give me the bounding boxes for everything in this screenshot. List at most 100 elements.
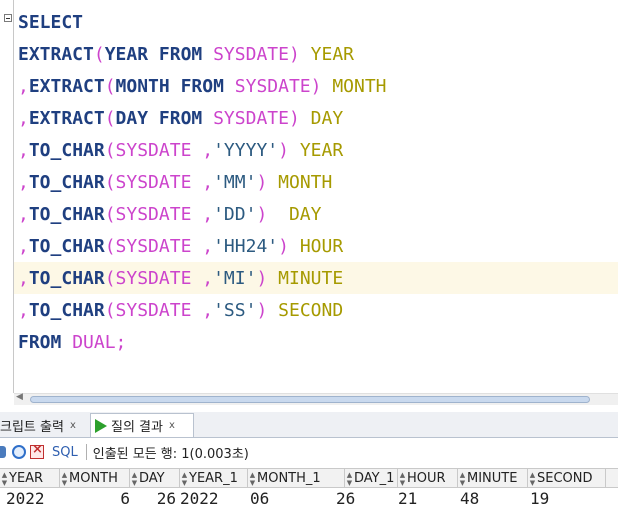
column-header-label: MONTH_1: [257, 471, 321, 486]
column-header-day[interactable]: ▲ ▼ DAY: [130, 469, 180, 488]
tab-script-output-close-icon[interactable]: x: [70, 420, 76, 431]
code-token: DAY: [310, 108, 344, 129]
pin-icon[interactable]: [0, 446, 6, 458]
code-token: TO_CHAR: [28, 140, 105, 161]
code-token: MONTH: [278, 172, 333, 193]
code-text[interactable]: SELECT EXTRACT(YEAR FROM SYSDATE) YEAR ,EX…: [18, 7, 387, 359]
code-token: SYSDATE: [213, 108, 289, 129]
cell-minute[interactable]: 48: [460, 488, 500, 510]
code-token: ,: [18, 204, 29, 225]
run-icon: [95, 418, 107, 433]
code-token: FROM: [169, 76, 235, 97]
code-line[interactable]: ,EXTRACT(DAY FROM SYSDATE) DAY: [18, 103, 387, 135]
column-header-label: MINUTE: [467, 471, 518, 486]
code-token: ,: [18, 300, 29, 321]
code-line[interactable]: ,EXTRACT(MONTH FROM SYSDATE) MONTH: [18, 71, 387, 103]
code-line[interactable]: ,TO_CHAR(SYSDATE ,'YYYY') YEAR: [18, 135, 387, 167]
code-token: DAY: [115, 108, 149, 129]
code-token: DAY: [288, 204, 322, 225]
cell-second[interactable]: 19: [530, 488, 575, 510]
code-token: 'DD': [213, 204, 257, 225]
code-line[interactable]: FROM DUAL;: [18, 327, 387, 359]
code-token: ): [278, 140, 300, 161]
code-token: EXTRACT: [18, 44, 94, 65]
refresh-icon[interactable]: [12, 445, 26, 459]
code-token: TO_CHAR: [28, 172, 105, 193]
tab-query-result-close-icon[interactable]: x: [169, 420, 175, 431]
code-token: TO_CHAR: [28, 268, 105, 289]
cell-hour[interactable]: 21: [398, 488, 440, 510]
code-token: 'MM': [213, 172, 257, 193]
column-header-month-1[interactable]: ▲ ▼ MONTH_1: [248, 469, 345, 488]
sort-icon[interactable]: ▲ ▼: [180, 471, 189, 487]
sort-icon[interactable]: ▲ ▼: [345, 471, 354, 487]
scrollbar-thumb[interactable]: [30, 396, 590, 403]
editor-gutter: [13, 0, 14, 393]
code-token: EXTRACT: [28, 108, 105, 129]
code-token: ): [256, 268, 279, 289]
code-token: FROM: [148, 44, 214, 65]
code-token: (: [104, 204, 116, 225]
export-icon[interactable]: [30, 442, 44, 459]
column-header-label: DAY: [139, 471, 165, 486]
column-header-year-1[interactable]: ▲ ▼ YEAR_1: [180, 469, 248, 488]
sort-icon[interactable]: ▲ ▼: [398, 471, 407, 487]
code-line[interactable]: ,TO_CHAR(SYSDATE ,'MM') MONTH: [18, 167, 387, 199]
tab-script-output[interactable]: 크립트 출력 x: [0, 413, 86, 437]
fetch-status: 인출된 모든 행: 1(0.003초): [92, 446, 249, 462]
code-token: ): [310, 76, 333, 97]
fold-toggle-icon[interactable]: [4, 14, 12, 22]
code-line[interactable]: ,TO_CHAR(SYSDATE ,'SS') SECOND: [18, 295, 387, 327]
cell-year[interactable]: 2022: [6, 488, 62, 510]
table-row[interactable]: 2022 6 26 2022 06 26 21 48 19: [0, 488, 618, 510]
sort-icon[interactable]: ▲ ▼: [130, 471, 139, 487]
sort-icon[interactable]: ▲ ▼: [248, 471, 257, 487]
code-token: 'MI': [213, 268, 257, 289]
result-grid[interactable]: ▲ ▼ YEAR ▲ ▼ MONTH ▲ ▼ DAY ▲ ▼ YEAR_1 ▲ ▼ MONTH_1…: [0, 466, 618, 521]
column-header-minute[interactable]: ▲ ▼ MINUTE: [458, 469, 528, 488]
code-line[interactable]: ,TO_CHAR(SYSDATE ,'HH24') HOUR: [18, 231, 387, 263]
column-header-day-1[interactable]: ▲ ▼ DAY_1: [345, 469, 398, 488]
code-line[interactable]: EXTRACT(YEAR FROM SYSDATE) YEAR: [18, 39, 387, 71]
code-token: TO_CHAR: [28, 204, 105, 225]
code-token: ): [288, 108, 311, 129]
sql-button[interactable]: SQL: [52, 445, 78, 460]
column-header-label: SECOND: [537, 471, 593, 486]
sort-icon[interactable]: ▲ ▼: [0, 471, 9, 487]
tab-script-output-label: 크립트 출력: [0, 419, 64, 435]
cell-month-1[interactable]: 06: [250, 488, 300, 510]
code-token: ): [288, 44, 311, 65]
code-line[interactable]: SELECT: [18, 7, 387, 39]
code-token: SYSDATE ,: [115, 236, 214, 257]
code-token: ,: [18, 108, 29, 129]
sort-icon[interactable]: ▲ ▼: [60, 471, 69, 487]
code-token: SYSDATE ,: [115, 204, 214, 225]
code-token: DUAL;: [72, 332, 127, 353]
column-header-second[interactable]: ▲ ▼ SECOND: [528, 469, 606, 488]
sort-icon[interactable]: ▲ ▼: [528, 471, 537, 487]
cell-day[interactable]: 26: [134, 488, 176, 510]
tab-query-result[interactable]: 질의 결과 x: [90, 413, 194, 437]
sql-editor[interactable]: SELECT EXTRACT(YEAR FROM SYSDATE) YEAR ,EX…: [0, 0, 618, 393]
cell-month[interactable]: 6: [66, 488, 130, 510]
column-header-year[interactable]: ▲ ▼ YEAR: [0, 469, 60, 488]
grid-header: ▲ ▼ YEAR ▲ ▼ MONTH ▲ ▼ DAY ▲ ▼ YEAR_1 ▲ ▼ MONTH_1…: [0, 468, 618, 488]
column-header-month[interactable]: ▲ ▼ MONTH: [60, 469, 130, 488]
column-header-label: MONTH: [69, 471, 118, 486]
code-token: SYSDATE ,: [115, 300, 214, 321]
sort-icon[interactable]: ▲ ▼: [458, 471, 467, 487]
code-token: 'SS': [213, 300, 257, 321]
cell-year-1[interactable]: 2022: [180, 488, 245, 510]
code-line[interactable]: ,TO_CHAR(SYSDATE ,'MI') MINUTE: [18, 263, 387, 295]
scroll-left-icon[interactable]: ◀: [16, 392, 23, 402]
code-token: SECOND: [278, 300, 344, 321]
code-token: MONTH: [115, 76, 170, 97]
editor-horizontal-scrollbar[interactable]: ◀: [14, 392, 618, 405]
cell-day-1[interactable]: 26: [336, 488, 380, 510]
toolbar-separator: [85, 444, 87, 460]
code-token: (: [93, 44, 105, 65]
column-header-hour[interactable]: ▲ ▼ HOUR: [398, 469, 458, 488]
tab-query-result-label: 질의 결과: [111, 420, 163, 435]
code-line[interactable]: ,TO_CHAR(SYSDATE ,'DD') DAY: [18, 199, 387, 231]
code-token: SYSDATE ,: [115, 140, 214, 161]
